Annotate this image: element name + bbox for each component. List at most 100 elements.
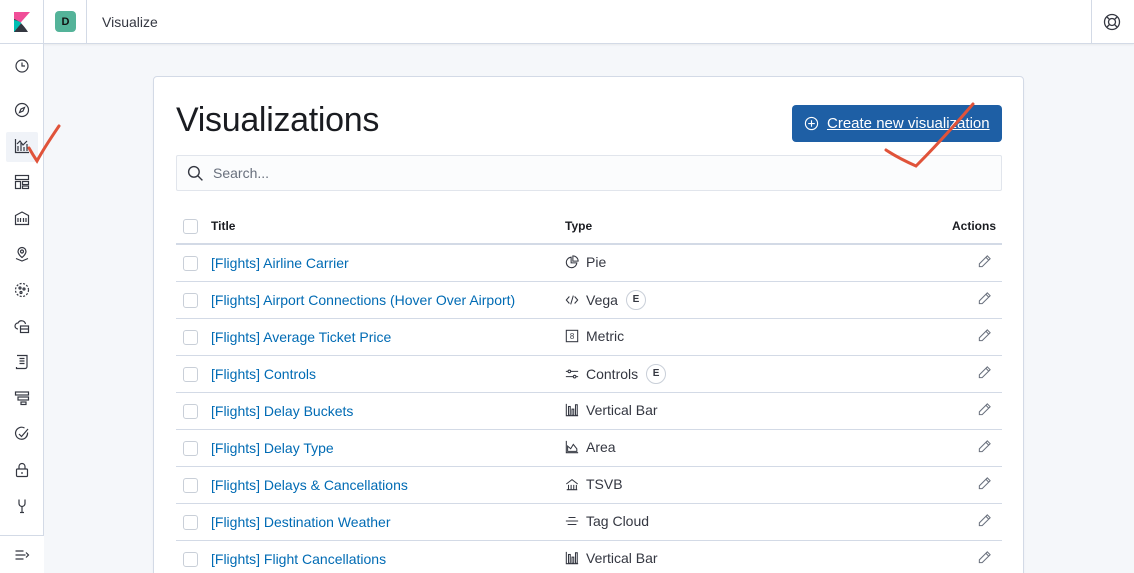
- edit-pencil-icon[interactable]: [977, 291, 992, 309]
- tsvb-icon: [565, 477, 579, 491]
- row-checkbox[interactable]: [183, 292, 198, 308]
- visualization-type-label: Vertical Bar: [586, 549, 658, 566]
- canvas-icon[interactable]: [12, 208, 32, 228]
- bar-chart-icon: [565, 403, 579, 417]
- dashboard-icon[interactable]: [12, 172, 32, 192]
- bar-chart-icon: [565, 551, 579, 565]
- search-input[interactable]: [213, 156, 973, 190]
- controls-icon: [565, 367, 579, 381]
- collapse-nav-icon[interactable]: [12, 545, 32, 565]
- visualization-title-link[interactable]: [Flights] Airport Connections (Hover Ove…: [211, 292, 515, 308]
- area-chart-icon: [565, 440, 579, 454]
- row-checkbox[interactable]: [183, 256, 198, 272]
- visualizations-table: Title Type Actions [Flights] Airline Car…: [176, 209, 1002, 573]
- tag-cloud-icon: [565, 514, 579, 528]
- row-checkbox[interactable]: [183, 366, 198, 382]
- create-visualization-label: Create new visualization: [827, 115, 990, 132]
- visualization-title-link[interactable]: [Flights] Delay Buckets: [211, 403, 353, 419]
- nav-bottom-bar: [0, 535, 44, 573]
- table-header-row: Title Type Actions: [176, 209, 1002, 244]
- visualization-type-label: TSVB: [586, 475, 623, 492]
- visualization-type-label: Pie: [586, 253, 607, 270]
- infrastructure-icon[interactable]: [12, 316, 32, 336]
- column-header-type[interactable]: Type: [565, 209, 865, 244]
- edit-pencil-icon[interactable]: [977, 513, 992, 531]
- experimental-badge: E: [625, 289, 646, 310]
- row-checkbox[interactable]: [183, 403, 198, 419]
- visualization-type-label: Metric: [586, 327, 625, 344]
- discover-icon[interactable]: [12, 100, 32, 120]
- help-icon[interactable]: [1103, 13, 1121, 31]
- space-avatar[interactable]: D: [55, 11, 76, 32]
- recently-viewed-icon[interactable]: [12, 56, 32, 76]
- visualization-type: Vertical Bar: [565, 550, 658, 566]
- table-row: [Flights] Delay Type Area: [176, 429, 1002, 466]
- visualize-icon[interactable]: [12, 136, 32, 156]
- visualizations-panel: Visualizations Create new visualization …: [153, 76, 1024, 573]
- row-checkbox[interactable]: [183, 514, 198, 530]
- visualization-type: 8 Metric: [565, 328, 624, 344]
- page-title: Visualizations: [176, 101, 380, 139]
- experimental-badge: E: [646, 363, 667, 384]
- row-checkbox[interactable]: [183, 477, 198, 493]
- search-icon: [187, 165, 203, 181]
- visualization-title-link[interactable]: [Flights] Destination Weather: [211, 514, 391, 530]
- visualization-type: Area: [565, 439, 616, 455]
- top-header: D Visualize: [0, 0, 1134, 44]
- select-all-checkbox[interactable]: [183, 218, 198, 234]
- edit-pencil-icon[interactable]: [977, 328, 992, 346]
- edit-pencil-icon[interactable]: [977, 365, 992, 383]
- table-row: [Flights] Controls Controls E: [176, 355, 1002, 392]
- apm-icon[interactable]: [12, 388, 32, 408]
- table-row: [Flights] Airport Connections (Hover Ove…: [176, 281, 1002, 318]
- visualization-type: Vertical Bar: [565, 402, 658, 418]
- side-nav: [0, 44, 44, 573]
- row-checkbox[interactable]: [183, 551, 198, 567]
- edit-pencil-icon[interactable]: [977, 254, 992, 272]
- visualization-type-label: Vertical Bar: [586, 401, 658, 418]
- visualization-title-link[interactable]: [Flights] Controls: [211, 366, 316, 382]
- visualization-type-label: Area: [586, 438, 616, 455]
- row-checkbox[interactable]: [183, 440, 198, 456]
- visualization-type-label: Controls: [586, 365, 639, 382]
- plus-circle-icon: [804, 116, 819, 131]
- create-visualization-button[interactable]: Create new visualization: [792, 105, 1002, 142]
- code-icon: [565, 293, 579, 307]
- edit-pencil-icon[interactable]: [977, 550, 992, 568]
- visualization-type: Pie: [565, 254, 606, 270]
- metric-icon: 8: [565, 329, 579, 343]
- visualization-type: Vega E: [565, 289, 646, 310]
- maps-icon[interactable]: [12, 244, 32, 264]
- ml-icon[interactable]: [12, 280, 32, 300]
- dev-tools-icon[interactable]: [12, 496, 32, 516]
- visualization-title-link[interactable]: [Flights] Delays & Cancellations: [211, 477, 408, 493]
- row-checkbox[interactable]: [183, 329, 198, 345]
- visualization-title-link[interactable]: [Flights] Airline Carrier: [211, 255, 349, 271]
- edit-pencil-icon[interactable]: [977, 402, 992, 420]
- app-title: Visualize: [102, 14, 158, 30]
- visualization-type: Controls E: [565, 363, 667, 384]
- visualization-title-link[interactable]: [Flights] Flight Cancellations: [211, 551, 386, 567]
- visualization-type: Tag Cloud: [565, 513, 649, 529]
- security-icon[interactable]: [12, 460, 32, 480]
- header-divider: [86, 0, 87, 44]
- edit-pencil-icon[interactable]: [977, 439, 992, 457]
- table-row: [Flights] Destination Weather Tag Cloud: [176, 503, 1002, 540]
- visualization-type: TSVB: [565, 476, 623, 492]
- column-header-actions: Actions: [951, 219, 996, 233]
- visualization-title-link[interactable]: [Flights] Delay Type: [211, 440, 334, 456]
- svg-text:8: 8: [570, 332, 575, 341]
- table-row: [Flights] Delay Buckets Vertical Bar: [176, 392, 1002, 429]
- pie-chart-icon: [565, 255, 579, 269]
- table-row: [Flights] Delays & Cancellations TSVB: [176, 466, 1002, 503]
- uptime-icon[interactable]: [12, 424, 32, 444]
- edit-pencil-icon[interactable]: [977, 476, 992, 494]
- header-divider: [1091, 0, 1092, 44]
- search-box: [176, 155, 1002, 191]
- table-row: [Flights] Average Ticket Price 8 Metric: [176, 318, 1002, 355]
- visualization-type-label: Tag Cloud: [586, 512, 650, 529]
- visualization-title-link[interactable]: [Flights] Average Ticket Price: [211, 329, 391, 345]
- kibana-logo[interactable]: [0, 0, 44, 44]
- column-header-title[interactable]: Title: [211, 209, 565, 244]
- logs-icon[interactable]: [12, 352, 32, 372]
